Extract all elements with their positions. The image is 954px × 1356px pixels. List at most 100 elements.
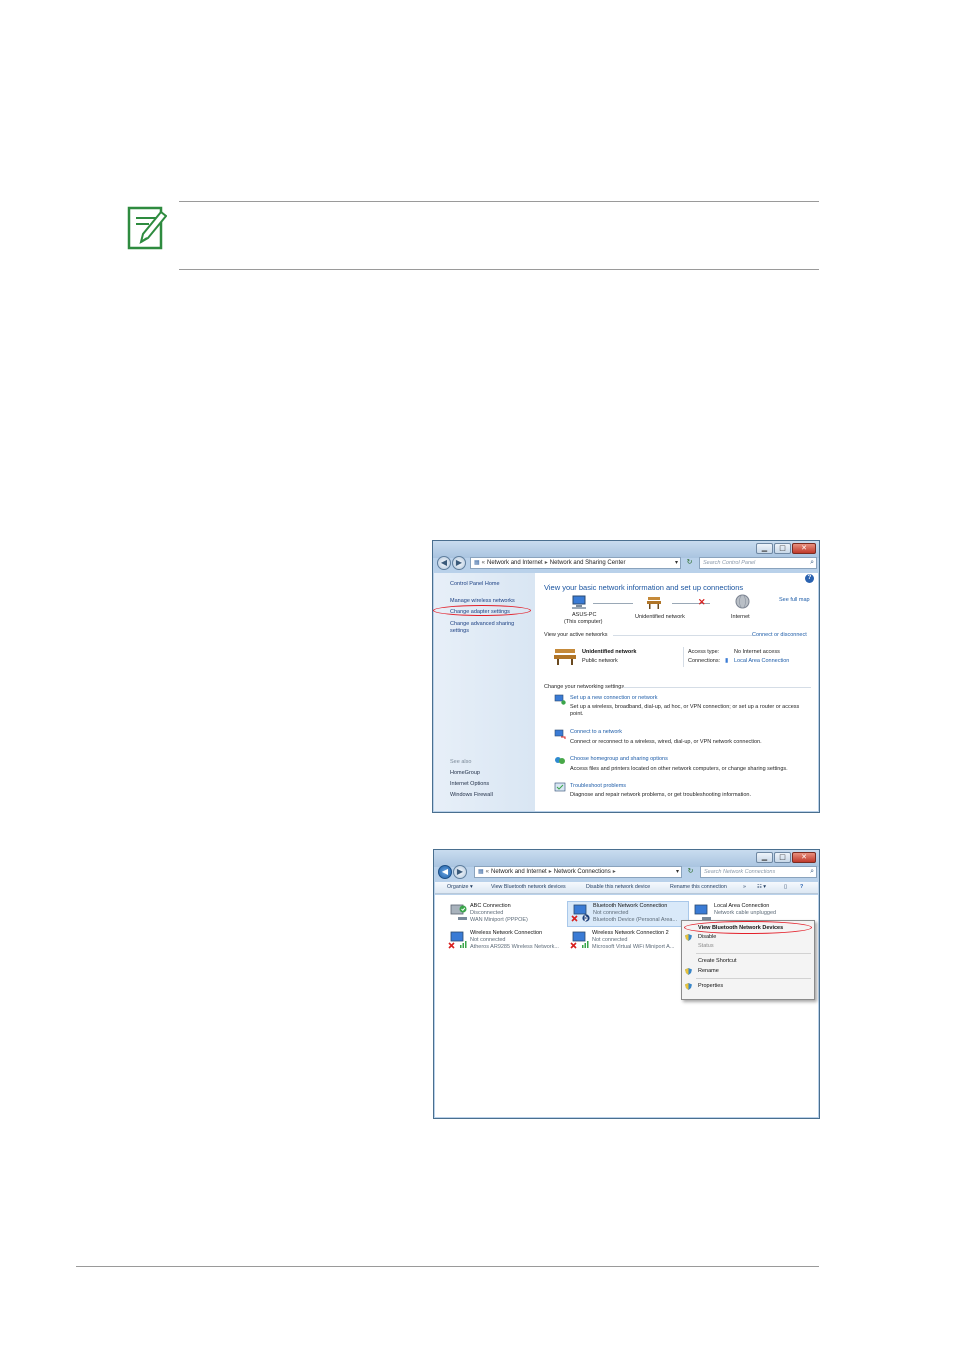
forward-button[interactable]: ▶ xyxy=(452,556,466,570)
help-icon[interactable]: ? xyxy=(800,884,803,890)
connection-status: Not connected xyxy=(592,937,628,943)
active-networks-label: View your active networks xyxy=(544,632,608,638)
main-pane: ? View your basic network information an… xyxy=(535,573,818,811)
chevron-down-icon[interactable]: ▾ xyxy=(675,558,678,568)
close-button[interactable]: ✕ xyxy=(792,852,816,863)
minimize-button[interactable]: ▁ xyxy=(756,852,773,863)
maximize-button[interactable]: □ xyxy=(774,852,791,863)
control-panel-home-link[interactable]: Control Panel Home xyxy=(450,581,500,588)
view-bluetooth-devices-button[interactable]: View Bluetooth network devices xyxy=(491,884,566,890)
change-settings-label: Change your networking settings xyxy=(544,684,625,690)
navigation-bar: ◀ ▶ ▦ «Network and Internet ▸ Network and S… xyxy=(433,556,819,572)
change-advanced-sharing-link-line2[interactable]: settings xyxy=(450,628,469,635)
troubleshoot-link[interactable]: Troubleshoot problems xyxy=(570,783,626,789)
properties-menu-item[interactable]: Properties xyxy=(698,983,723,989)
navigation-bar: ◀ ▶ ▦ «Network and Internet ▸ Network Conne… xyxy=(434,865,819,881)
breadcrumb-network-connections[interactable]: Network Connections xyxy=(554,869,611,875)
search-icon[interactable]: ⌕ xyxy=(810,867,814,877)
no-connection-x-icon: ✕ xyxy=(698,597,706,607)
breadcrumb-network-internet[interactable]: Network and Internet xyxy=(491,869,547,875)
wan-connection-icon xyxy=(450,904,467,920)
organize-menu[interactable]: Organize ▾ xyxy=(447,884,473,890)
connection-name: Wireless Network Connection xyxy=(470,930,543,936)
refresh-icon[interactable]: ↻ xyxy=(685,866,696,878)
wireless-connection-icon xyxy=(570,931,589,949)
internet-options-link[interactable]: Internet Options xyxy=(450,781,489,787)
shield-icon xyxy=(685,934,692,941)
back-button[interactable]: ◀ xyxy=(437,556,451,570)
search-input[interactable]: Search Network Connections ⌕ xyxy=(700,866,817,878)
manage-wireless-link[interactable]: Manage wireless networks xyxy=(450,598,515,605)
connection-device: Bluetooth Device (Personal Area... xyxy=(593,917,678,923)
disable-device-button[interactable]: Disable this network device xyxy=(586,884,650,890)
back-button[interactable]: ◀ xyxy=(438,865,452,879)
maximize-button[interactable]: □ xyxy=(774,543,791,554)
connection-device: WAN Miniport (PPPOE) xyxy=(470,917,528,923)
connection-item[interactable]: ABC Connection Disconnected WAN Miniport… xyxy=(445,902,567,928)
highlight-ellipse xyxy=(433,605,531,616)
rename-menu-item[interactable]: Rename xyxy=(698,968,719,974)
connection-item-bluetooth[interactable]: Bluetooth Network Connection Not connect… xyxy=(567,901,689,927)
setup-connection-desc: Set up a wireless, broadband, dial-up, a… xyxy=(570,704,800,710)
shield-icon xyxy=(685,983,692,990)
rename-connection-button[interactable]: Rename this connection xyxy=(670,884,727,890)
highlight-ellipse xyxy=(684,921,812,934)
connect-to-network-link[interactable]: Connect to a network xyxy=(570,729,622,735)
page-title: View your basic network information and … xyxy=(544,583,744,592)
folder-icon: ▦ xyxy=(478,869,484,875)
bluetooth-connection-icon xyxy=(571,904,590,922)
connection-status: Disconnected xyxy=(470,910,504,916)
connections-label: Connections: xyxy=(688,658,721,664)
homegroup-link[interactable]: HomeGroup xyxy=(450,770,480,776)
forward-button[interactable]: ▶ xyxy=(453,865,467,879)
active-network-name: Unidentified network xyxy=(582,649,637,655)
view-options-icon[interactable]: ☷ ▾ xyxy=(757,884,766,890)
ethernet-icon: ▮ xyxy=(725,658,729,664)
connect-network-icon xyxy=(554,729,566,739)
note-top-rule xyxy=(179,201,819,202)
see-also-label: See also xyxy=(450,759,472,765)
bench-network-icon-large xyxy=(554,649,576,665)
connect-to-network-desc: Connect or reconnect to a wireless, wire… xyxy=(570,739,762,745)
breadcrumb-network-internet[interactable]: Network and Internet xyxy=(487,560,543,566)
connection-device: Microsoft Virtual WiFi Miniport A... xyxy=(592,944,675,950)
minimize-button[interactable]: ▁ xyxy=(756,543,773,554)
close-button[interactable]: ✕ xyxy=(792,543,816,554)
local-area-connection-link[interactable]: Local Area Connection xyxy=(734,658,789,664)
connection-device: Atheros AR9285 Wireless Network... xyxy=(470,944,559,950)
connection-name: Wireless Network Connection 2 xyxy=(592,930,669,936)
chevron-down-icon[interactable]: ▾ xyxy=(676,867,679,877)
footer-rule xyxy=(76,1266,819,1267)
address-bar[interactable]: ▦ «Network and Internet ▸ Network and Shari… xyxy=(470,557,681,569)
help-icon[interactable]: ? xyxy=(805,574,814,583)
connection-item-wireless[interactable]: Wireless Network Connection Not connecte… xyxy=(445,929,567,955)
breadcrumb-sharing-center[interactable]: Network and Sharing Center xyxy=(550,560,626,566)
see-full-map-link[interactable]: See full map xyxy=(779,597,810,603)
search-input[interactable]: Search Control Panel ⌕ xyxy=(699,557,817,569)
context-menu: View Bluetooth Network Devices Disable S… xyxy=(681,920,815,1000)
create-shortcut-menu-item[interactable]: Create Shortcut xyxy=(698,958,737,964)
change-advanced-sharing-link[interactable]: Change advanced sharing xyxy=(450,621,514,628)
refresh-icon[interactable]: ↻ xyxy=(684,557,695,569)
status-menu-item[interactable]: Status xyxy=(698,943,714,949)
note-bottom-rule xyxy=(179,269,819,270)
left-pane: Control Panel Home Manage wireless netwo… xyxy=(433,573,535,811)
access-type-value: No Internet access xyxy=(734,649,780,655)
connection-item-wireless-2[interactable]: Wireless Network Connection 2 Not connec… xyxy=(567,929,689,955)
preview-pane-icon[interactable]: ▯ xyxy=(784,884,787,890)
disable-menu-item[interactable]: Disable xyxy=(698,934,716,940)
search-icon[interactable]: ⌕ xyxy=(810,558,814,568)
homegroup-sharing-desc: Access files and printers located on oth… xyxy=(570,766,788,772)
connect-disconnect-link[interactable]: Connect or disconnect xyxy=(752,632,807,638)
setup-connection-link[interactable]: Set up a new connection or network xyxy=(570,695,657,701)
connection-status: Not connected xyxy=(593,910,629,916)
globe-icon xyxy=(735,594,750,609)
address-bar[interactable]: ▦ «Network and Internet ▸ Network Connectio… xyxy=(474,866,682,878)
computer-name: ASUS-PC xyxy=(572,612,597,618)
access-type-label: Access type: xyxy=(688,649,720,655)
windows-firewall-link[interactable]: Windows Firewall xyxy=(450,792,493,798)
more-commands-icon[interactable]: » xyxy=(743,884,746,890)
computer-icon xyxy=(572,595,586,609)
active-network-type[interactable]: Public network xyxy=(582,658,618,664)
homegroup-sharing-link[interactable]: Choose homegroup and sharing options xyxy=(570,756,668,762)
